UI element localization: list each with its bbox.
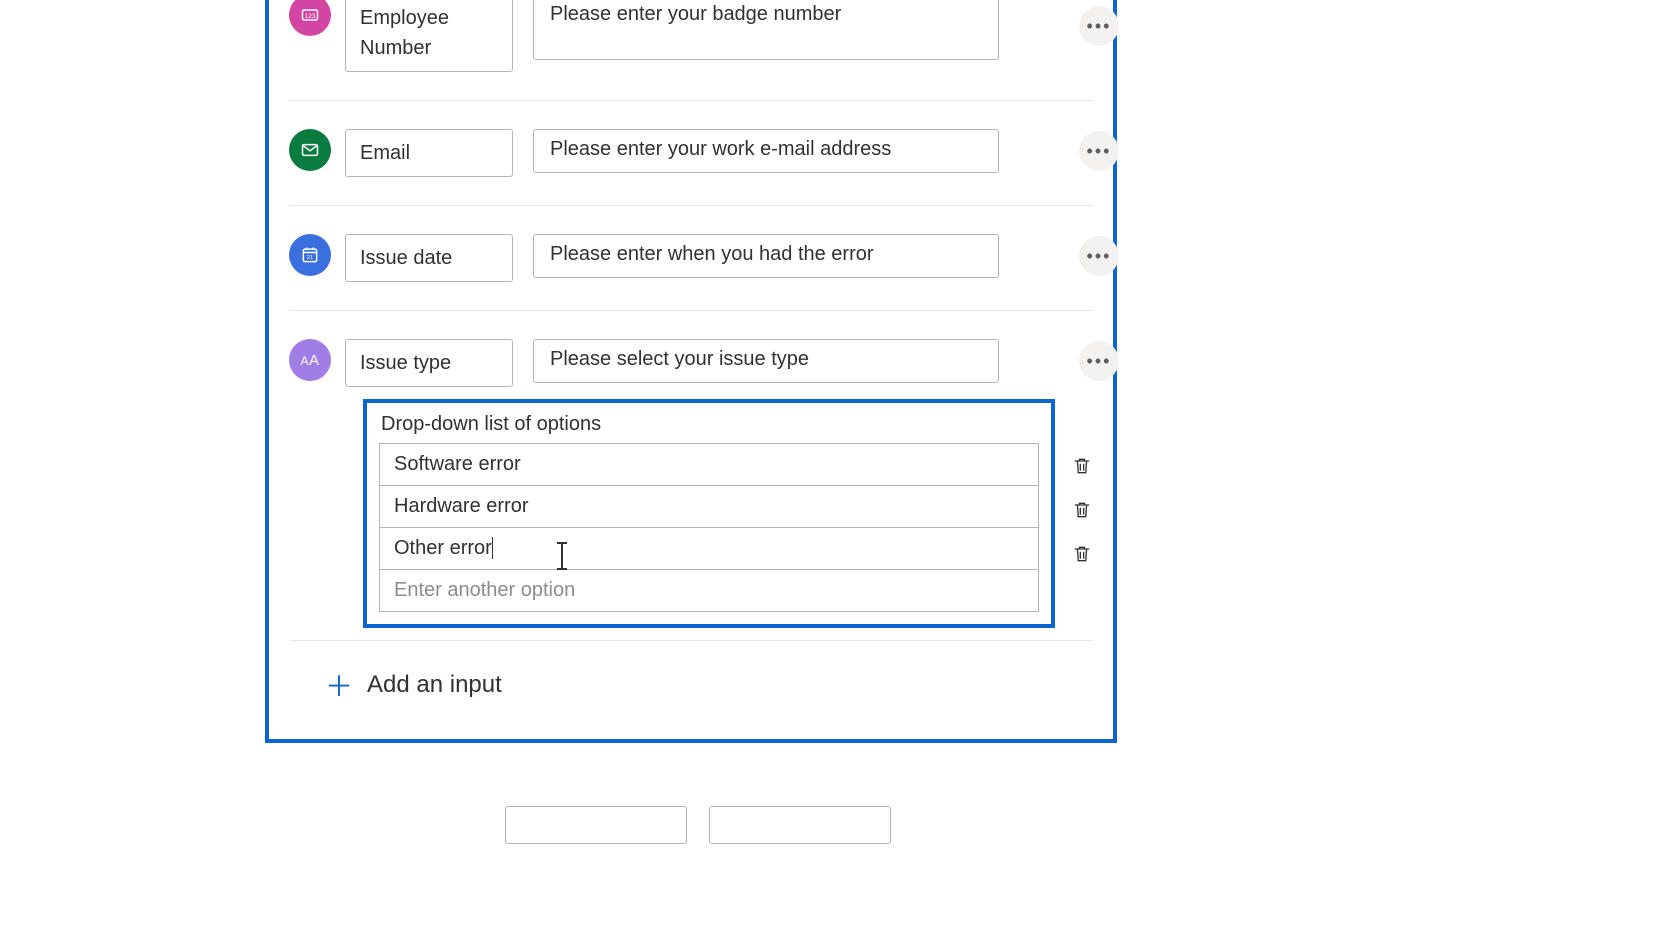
dropdown-delete-column <box>1069 453 1095 567</box>
more-options-button[interactable]: ••• <box>1079 236 1119 276</box>
ellipsis-icon: ••• <box>1087 246 1112 267</box>
input-description-field[interactable]: Please enter your badge number <box>533 0 999 60</box>
dropdown-options-panel: Drop-down list of options Software error… <box>363 399 1055 628</box>
more-options-button[interactable]: ••• <box>1079 131 1119 171</box>
number-type-icon: 123 <box>289 0 331 36</box>
ellipsis-icon: ••• <box>1087 141 1112 162</box>
input-row-employee-number: 123 Employee Number Please enter your ba… <box>289 0 1093 101</box>
ghost-button[interactable] <box>505 806 687 844</box>
input-row-email: Email Please enter your work e-mail addr… <box>289 101 1093 206</box>
add-input-button[interactable]: ＋ Add an input <box>289 640 1093 739</box>
input-row-issue-date: 21 Issue date Please enter when you had … <box>289 206 1093 311</box>
more-options-button[interactable]: ••• <box>1079 341 1119 381</box>
input-description-field[interactable]: Please enter when you had the error <box>533 234 999 278</box>
trash-icon <box>1072 455 1092 477</box>
inputs-container: 123 Employee Number Please enter your ba… <box>269 0 1113 640</box>
delete-option-button[interactable] <box>1069 453 1095 479</box>
svg-text:123: 123 <box>304 13 315 20</box>
input-description-field[interactable]: Please enter your work e-mail address <box>533 129 999 173</box>
trigger-card: 123 Employee Number Please enter your ba… <box>265 0 1117 743</box>
date-type-icon: 21 <box>289 234 331 276</box>
svg-text:21: 21 <box>307 255 313 261</box>
input-title-field[interactable]: Issue date <box>345 234 513 282</box>
ghost-button[interactable] <box>709 806 891 844</box>
trash-icon <box>1072 499 1092 521</box>
plus-icon: ＋ <box>325 665 349 705</box>
dropdown-option-input[interactable]: Software error <box>379 443 1039 486</box>
ellipsis-icon: ••• <box>1087 351 1112 372</box>
trash-icon <box>1072 543 1092 565</box>
text-type-icon: AA <box>289 339 331 381</box>
bottom-button-row <box>505 806 891 844</box>
delete-option-button[interactable] <box>1069 497 1095 523</box>
dropdown-add-option-input[interactable]: Enter another option <box>379 569 1039 612</box>
input-description-field[interactable]: Please select your issue type <box>533 339 999 383</box>
dropdown-option-input[interactable]: Other error <box>379 527 1039 570</box>
add-input-label: Add an input <box>367 671 502 699</box>
delete-option-button[interactable] <box>1069 541 1095 567</box>
dropdown-options-title: Drop-down list of options <box>379 413 1039 436</box>
input-title-field[interactable]: Email <box>345 129 513 177</box>
more-options-button[interactable]: ••• <box>1079 6 1119 46</box>
ellipsis-icon: ••• <box>1087 16 1112 37</box>
email-type-icon <box>289 129 331 171</box>
input-title-field[interactable]: Issue type <box>345 339 513 387</box>
input-title-field[interactable]: Employee Number <box>345 0 513 72</box>
input-row-issue-type: AA Issue type Please select your issue t… <box>289 311 1093 640</box>
dropdown-option-text: Other error <box>394 537 492 559</box>
dropdown-option-input[interactable]: Hardware error <box>379 485 1039 528</box>
